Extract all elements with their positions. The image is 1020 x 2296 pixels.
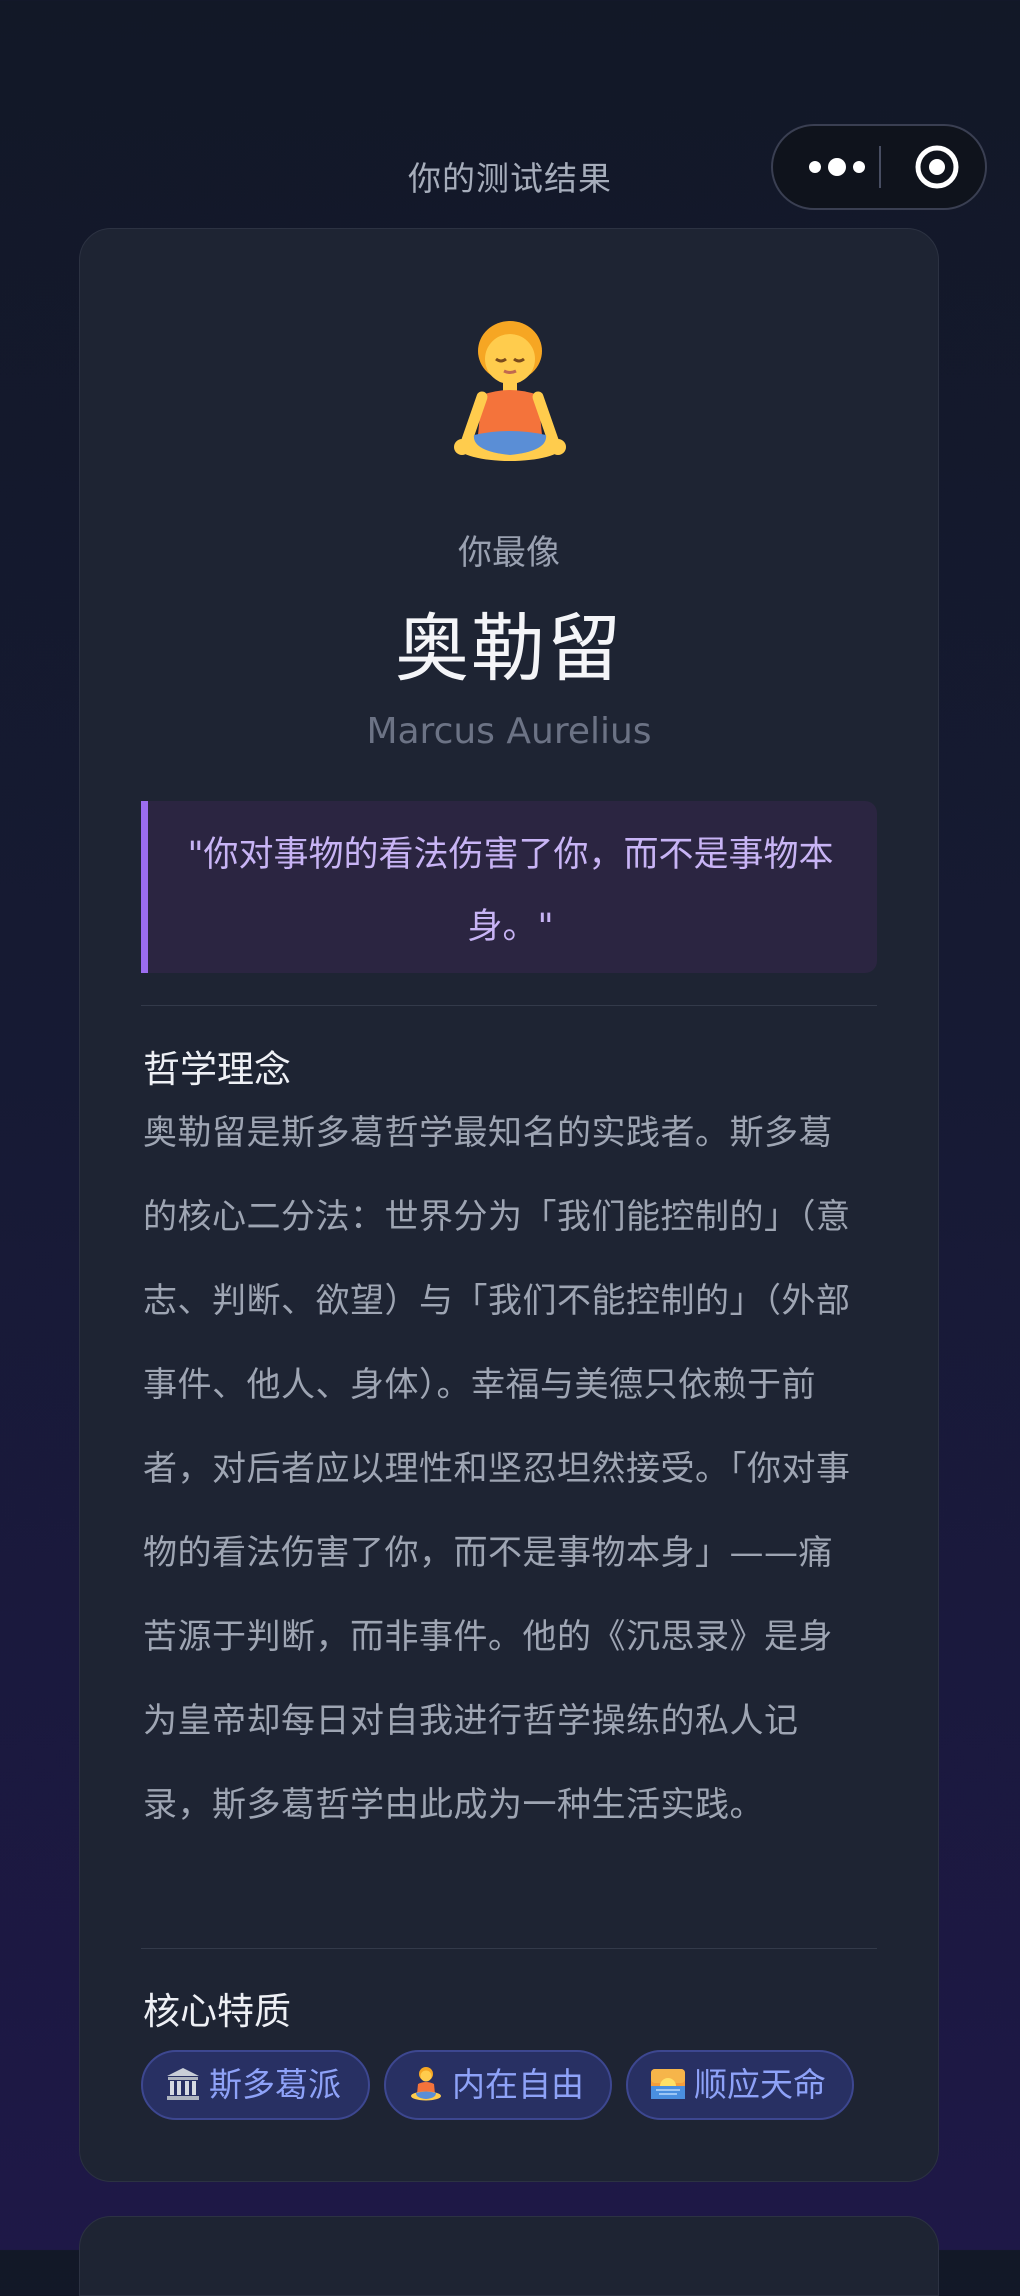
philosophy-section-title: 哲学理念 [143,1048,291,1091]
result-card: 你最像 奥勒留 Marcus Aurelius "你对事物的看法伤害了你，而不是… [79,228,939,2182]
more-button[interactable] [801,126,873,208]
mini-program-capsule [771,124,987,210]
traits-section-title: 核心特质 [143,1990,291,2033]
quote-text: "你对事物的看法伤害了你，而不是事物本身。" [187,835,834,947]
trait-tag-label: 斯多葛派 [209,2065,341,2104]
next-card [79,2216,939,2296]
person-in-lotus-position-icon [408,2066,444,2102]
quote-block: "你对事物的看法伤害了你，而不是事物本身。" [141,801,877,973]
sunrise-icon [650,2066,686,2102]
result-lead-text: 你最像 [458,533,560,573]
trait-tag: 斯多葛派 [141,2050,370,2120]
capsule-divider [879,146,881,188]
divider [141,1948,877,1949]
philosopher-name: 奥勒留 [395,606,623,692]
philosopher-name-english: Marcus Aurelius [366,711,652,752]
person-in-lotus-position-icon [444,315,576,471]
divider [141,1005,877,1006]
close-button[interactable] [897,126,987,208]
philosophy-description: 奥勒留是斯多葛哲学最知名的实践者。斯多葛的核心二分法：世界分为「我们能控制的」（… [143,1113,851,1825]
trait-tag-label: 顺应天命 [694,2065,826,2104]
trait-tag: 顺应天命 [626,2050,854,2120]
trait-tag-label: 内在自由 [452,2065,584,2104]
classical-building-icon [165,2066,201,2102]
trait-tag: 内在自由 [384,2050,612,2120]
